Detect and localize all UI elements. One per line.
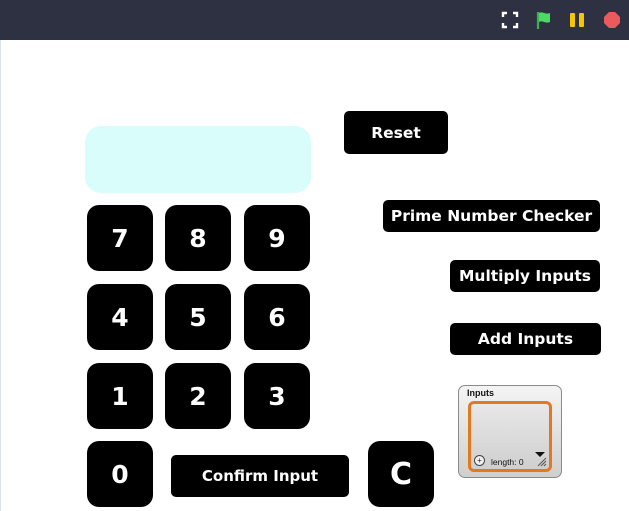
monitor-title: Inputs xyxy=(467,388,494,398)
key-9[interactable]: 9 xyxy=(244,205,310,271)
confirm-input-button[interactable]: Confirm Input xyxy=(171,455,349,497)
clear-button[interactable]: C xyxy=(368,441,434,507)
stage-header xyxy=(0,0,629,40)
stop-icon[interactable] xyxy=(602,10,622,30)
input-display xyxy=(85,126,311,193)
list-length: length: 0 xyxy=(491,457,524,467)
key-0[interactable]: 0 xyxy=(87,441,153,507)
resize-handle-icon[interactable] xyxy=(537,457,547,467)
key-2[interactable]: 2 xyxy=(165,363,231,429)
key-5[interactable]: 5 xyxy=(165,284,231,350)
key-4[interactable]: 4 xyxy=(87,284,153,350)
key-1[interactable]: 1 xyxy=(87,363,153,429)
add-item-icon[interactable]: + xyxy=(474,455,485,466)
green-flag-icon[interactable] xyxy=(534,10,554,30)
pause-icon[interactable] xyxy=(567,10,587,30)
key-8[interactable]: 8 xyxy=(165,205,231,271)
key-6[interactable]: 6 xyxy=(244,284,310,350)
inputs-list[interactable]: + length: 0 xyxy=(468,401,552,472)
inputs-list-monitor: Inputs + length: 0 xyxy=(458,385,562,478)
key-3[interactable]: 3 xyxy=(244,363,310,429)
add-inputs-button[interactable]: Add Inputs xyxy=(450,323,601,355)
key-7[interactable]: 7 xyxy=(87,205,153,271)
reset-button[interactable]: Reset xyxy=(344,111,448,154)
prime-number-checker-button[interactable]: Prime Number Checker xyxy=(383,200,600,232)
fullscreen-icon[interactable] xyxy=(500,10,520,30)
multiply-inputs-button[interactable]: Multiply Inputs xyxy=(450,260,600,292)
